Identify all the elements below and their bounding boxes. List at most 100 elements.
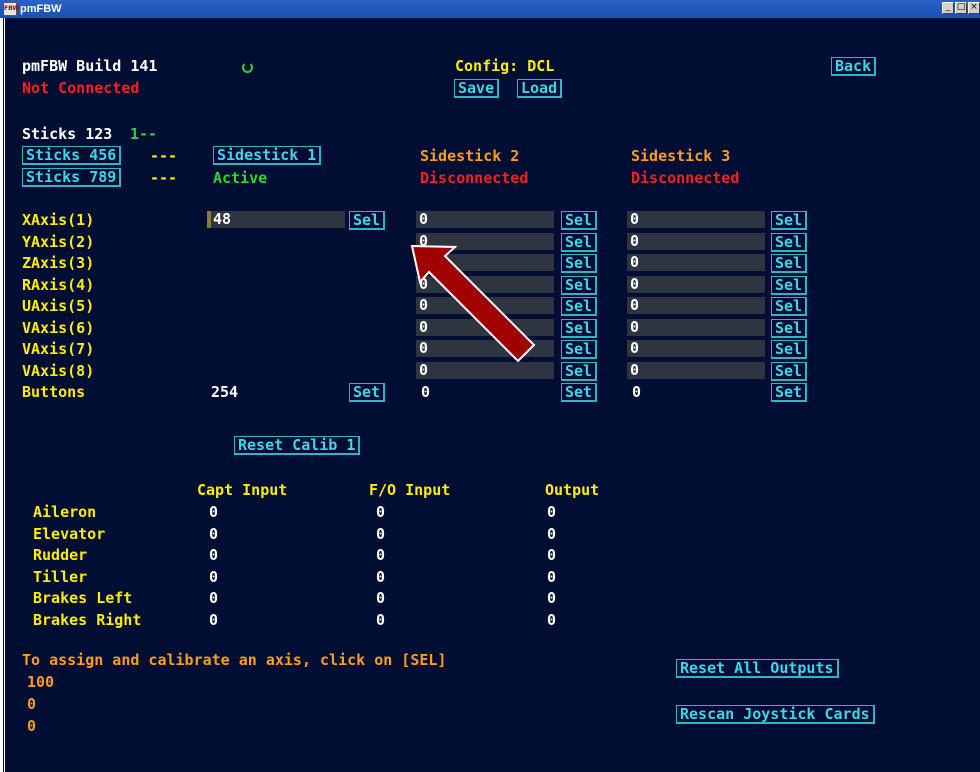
sel-button-3[interactable]: Sel (771, 340, 808, 359)
capt-input-value: 0 (209, 568, 219, 586)
fo-input-value: 0 (376, 503, 386, 521)
axis-value-field-1[interactable]: 48 (207, 211, 345, 228)
axis-value-field-3[interactable]: 0 (627, 319, 765, 336)
sidestick-2-label: Sidestick 2 (420, 147, 520, 165)
output-value: 0 (547, 525, 557, 543)
sel-button-2[interactable]: Sel (561, 211, 598, 230)
main-panel: pmFBW Build 141 Not Connected Config: DC… (5, 18, 980, 772)
load-button[interactable]: Load (517, 79, 563, 98)
back-button[interactable]: Back (831, 57, 877, 76)
axis-value-field-3[interactable]: 0 (627, 254, 765, 271)
fo-input-value: 0 (376, 568, 386, 586)
output-row-label: Aileron (33, 503, 97, 521)
output-value: 0 (547, 568, 557, 586)
buttons-label: Buttons (22, 383, 86, 401)
axis-value-field-3[interactable]: 0 (627, 276, 765, 293)
reset-calib-1-button[interactable]: Reset Calib 1 (234, 436, 361, 455)
sel-button-3[interactable]: Sel (771, 297, 808, 316)
save-button[interactable]: Save (454, 79, 500, 98)
sel-button-3[interactable]: Sel (771, 254, 808, 273)
buttons-value-3: 0 (632, 383, 642, 401)
axis-label: VAxis(8) (22, 362, 95, 380)
instruction-text: To assign and calibrate an axis, click o… (22, 651, 447, 669)
window-border (3, 18, 4, 772)
axis-value-field-2[interactable]: 0 (416, 297, 554, 314)
sel-button-2[interactable]: Sel (561, 297, 598, 316)
sel-button-2[interactable]: Sel (561, 319, 598, 338)
axis-value-field-2[interactable]: 0 (416, 362, 554, 379)
axis-value-field-2[interactable]: 0 (416, 276, 554, 293)
axis-label: VAxis(7) (22, 340, 95, 358)
sticks-456-state: --- (150, 147, 178, 165)
title-bar[interactable]: FBW pmFBW _ □ × (0, 0, 980, 18)
footer-value-1: 100 (27, 673, 55, 691)
axis-label: UAxis(5) (22, 297, 95, 315)
sticks-456-button[interactable]: Sticks 456 (22, 146, 122, 165)
output-row-label: Brakes Left (33, 589, 133, 607)
axis-value-field-2[interactable]: 0 (416, 233, 554, 250)
sel-button-2[interactable]: Sel (561, 362, 598, 381)
reset-all-outputs-button[interactable]: Reset All Outputs (676, 659, 839, 678)
capt-input-value: 0 (209, 503, 219, 521)
output-row-label: Rudder (33, 546, 88, 564)
sel-button-3[interactable]: Sel (771, 319, 808, 338)
close-button[interactable]: × (968, 2, 980, 14)
axis-value-field-2[interactable]: 0 (416, 340, 554, 357)
sticks-group-label: Sticks 123 (22, 125, 113, 143)
set-button-1[interactable]: Set (349, 383, 386, 402)
output-row-label: Elevator (33, 525, 106, 543)
sidestick-1-status: Active (213, 169, 268, 187)
output-value: 0 (547, 611, 557, 629)
axis-label: VAxis(6) (22, 319, 95, 337)
fo-input-value: 0 (376, 611, 386, 629)
sticks-789-button[interactable]: Sticks 789 (22, 168, 122, 187)
sel-button-3[interactable]: Sel (771, 276, 808, 295)
axis-value-field-2[interactable]: 0 (416, 254, 554, 271)
sticks-group-state: 1-- (130, 125, 158, 143)
capt-input-value: 0 (209, 546, 219, 564)
buttons-value-1: 254 (211, 383, 239, 401)
axis-value-field-2[interactable]: 0 (416, 211, 554, 228)
sidestick-3-label: Sidestick 3 (631, 147, 731, 165)
text-cursor (207, 211, 211, 228)
output-row-label: Tiller (33, 568, 88, 586)
fo-input-value: 0 (376, 546, 386, 564)
capt-input-value: 0 (209, 525, 219, 543)
axis-value-field-3[interactable]: 0 (627, 297, 765, 314)
sel-button-2[interactable]: Sel (561, 254, 598, 273)
axis-value-field-2[interactable]: 0 (416, 319, 554, 336)
set-button-3[interactable]: Set (771, 383, 808, 402)
app-icon: FBW (3, 2, 19, 16)
capt-input-value: 0 (209, 611, 219, 629)
axis-label: YAxis(2) (22, 233, 95, 251)
sel-button-2[interactable]: Sel (561, 233, 598, 252)
rescan-joystick-cards-button[interactable]: Rescan Joystick Cards (676, 705, 875, 724)
sel-button-3[interactable]: Sel (771, 233, 808, 252)
sel-button-1[interactable]: Sel (349, 211, 386, 230)
axis-value-field-3[interactable]: 0 (627, 233, 765, 250)
sidestick-1-button[interactable]: Sidestick 1 (213, 146, 322, 165)
sel-button-2[interactable]: Sel (561, 340, 598, 359)
axis-label: ZAxis(3) (22, 254, 95, 272)
output-header: Output (545, 481, 600, 499)
fo-input-value: 0 (376, 525, 386, 543)
app-window: FBW pmFBW _ □ × pmFBW Build 141 Not Conn… (0, 0, 980, 772)
axis-value-field-3[interactable]: 0 (627, 211, 765, 228)
axis-label: RAxis(4) (22, 276, 95, 294)
sel-button-3[interactable]: Sel (771, 211, 808, 230)
config-label: Config: DCL (455, 57, 555, 75)
capt-input-header: Capt Input (197, 481, 288, 499)
minimize-button[interactable]: _ (942, 2, 954, 14)
sel-button-2[interactable]: Sel (561, 276, 598, 295)
fo-input-value: 0 (376, 589, 386, 607)
output-value: 0 (547, 589, 557, 607)
axis-value-field-3[interactable]: 0 (627, 340, 765, 357)
output-row-label: Brakes Right (33, 611, 142, 629)
axis-value-field-3[interactable]: 0 (627, 362, 765, 379)
sel-button-3[interactable]: Sel (771, 362, 808, 381)
set-button-2[interactable]: Set (561, 383, 598, 402)
maximize-button[interactable]: □ (955, 2, 967, 14)
footer-value-3: 0 (27, 717, 37, 735)
build-label: pmFBW Build 141 (22, 57, 158, 75)
axis-label: XAxis(1) (22, 211, 95, 229)
